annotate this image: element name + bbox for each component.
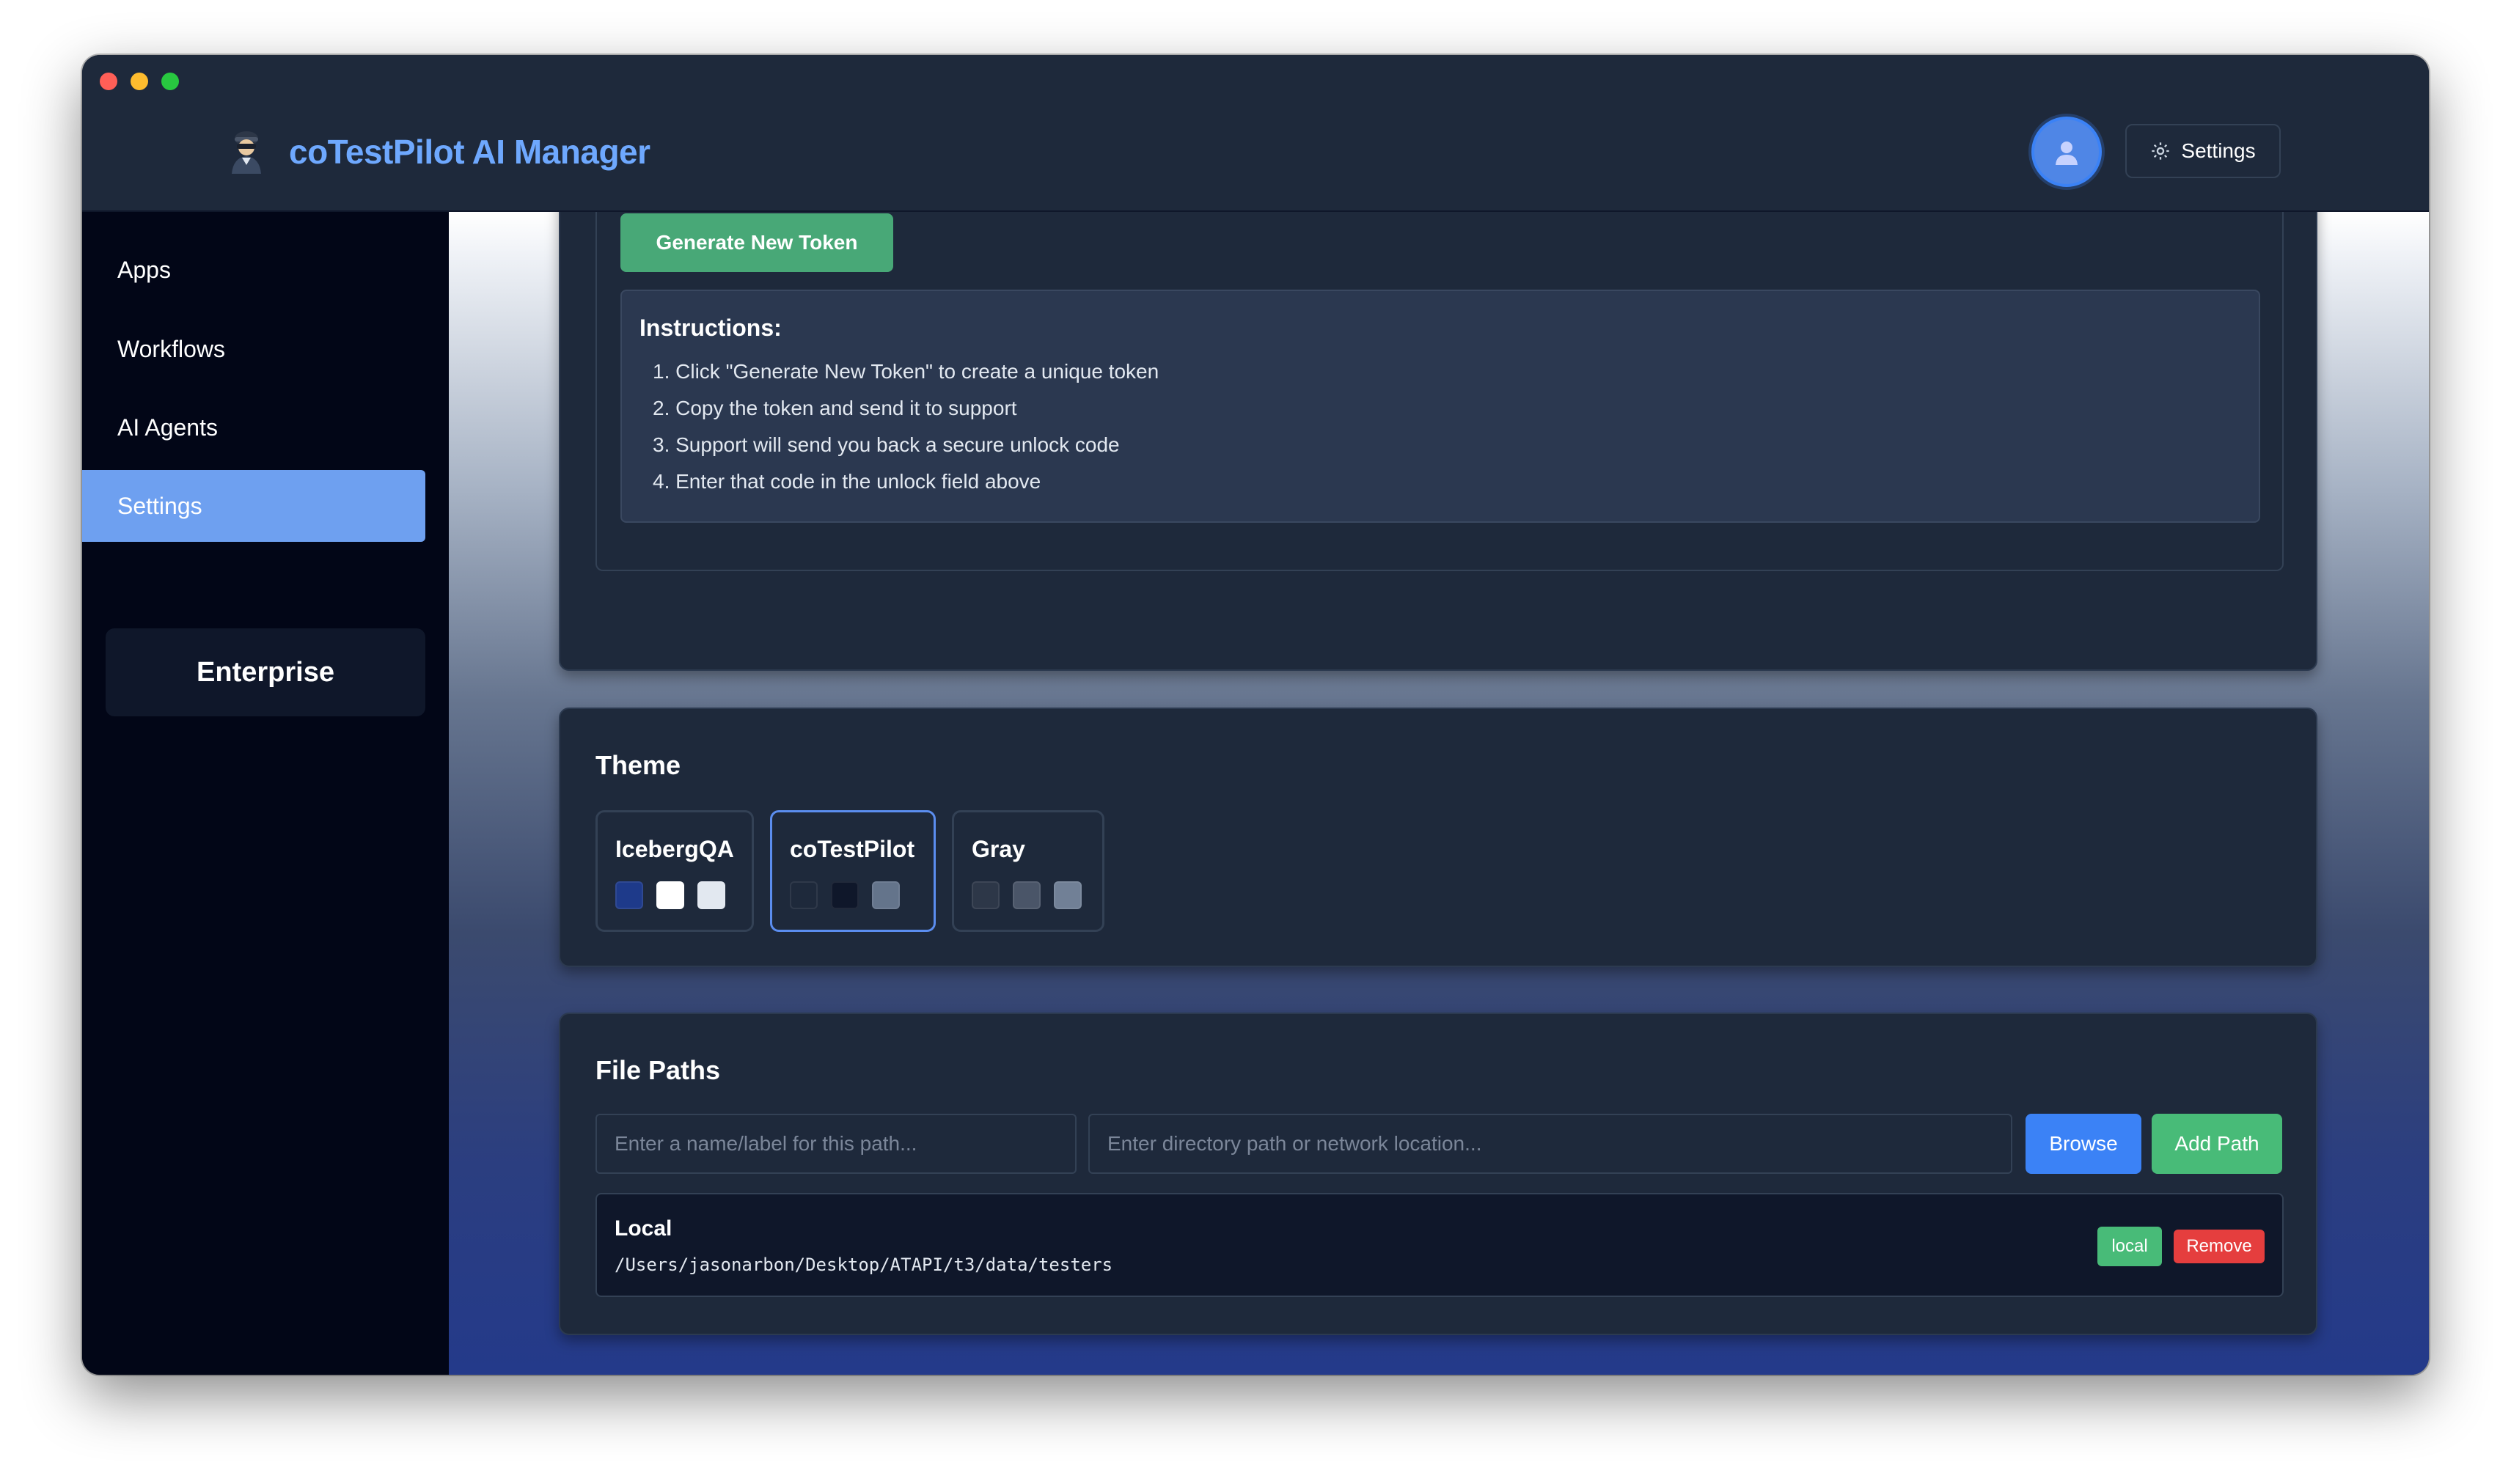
color-swatch	[872, 881, 900, 909]
instruction-step: 1. Click "Generate New Token" to create …	[653, 360, 1159, 383]
sidebar-item-apps[interactable]: Apps	[82, 234, 425, 306]
app-header: coTestPilot AI Manager Settings	[82, 55, 2429, 212]
instructions-title: Instructions:	[639, 315, 782, 341]
sidebar: Apps Workflows AI Agents Settings Enterp…	[82, 212, 449, 1375]
zoom-window-button[interactable]	[161, 73, 179, 90]
theme-name: IcebergQA	[615, 836, 734, 862]
theme-swatches	[790, 881, 900, 909]
remove-path-button[interactable]: Remove	[2174, 1230, 2265, 1263]
theme-option-cotestpilot[interactable]: coTestPilot	[770, 810, 936, 932]
add-path-button[interactable]: Add Path	[2152, 1114, 2282, 1174]
sidebar-item-label: Settings	[117, 492, 202, 519]
instruction-step: 4. Enter that code in the unlock field a…	[653, 470, 1041, 493]
theme-title: Theme	[595, 750, 681, 780]
enterprise-badge[interactable]: Enterprise	[106, 628, 425, 716]
header-settings-button[interactable]: Settings	[2125, 124, 2281, 178]
theme-option-icebergqa[interactable]: IcebergQA	[595, 810, 754, 932]
sidebar-item-workflows[interactable]: Workflows	[82, 313, 425, 385]
file-paths-title: File Paths	[595, 1055, 721, 1085]
color-swatch	[972, 881, 1000, 909]
color-swatch	[1054, 881, 1082, 909]
color-swatch	[697, 881, 725, 909]
browse-button[interactable]: Browse	[2026, 1114, 2141, 1174]
path-type-badge: local	[2097, 1227, 2162, 1266]
theme-name: coTestPilot	[790, 836, 915, 862]
close-window-button[interactable]	[100, 73, 117, 90]
sidebar-item-label: Workflows	[117, 335, 225, 362]
main-content[interactable]: Generate New Token Instructions: 1. Clic…	[449, 212, 2429, 1375]
minimize-window-button[interactable]	[131, 73, 148, 90]
user-icon	[2056, 142, 2078, 165]
enterprise-label: Enterprise	[197, 656, 334, 688]
pilot-icon	[232, 131, 261, 174]
theme-name: Gray	[972, 836, 1025, 862]
unlock-token-card: Generate New Token Instructions: 1. Clic…	[559, 212, 2317, 671]
user-avatar[interactable]	[2031, 117, 2102, 187]
settings-label: Settings	[2181, 139, 2256, 162]
gear-icon	[2152, 142, 2170, 160]
path-entry-path: /Users/jasonarbon/Desktop/ATAPI/t3/data/…	[615, 1255, 1113, 1275]
theme-swatches	[615, 881, 725, 909]
brand: coTestPilot AI Manager	[226, 128, 650, 175]
sidebar-item-label: Apps	[117, 256, 171, 283]
instruction-step: 3. Support will send you back a secure u…	[653, 433, 1120, 456]
theme-swatches	[972, 881, 1082, 909]
path-location-input[interactable]	[1088, 1114, 2012, 1174]
window-controls	[100, 73, 179, 90]
sidebar-item-ai-agents[interactable]: AI Agents	[82, 392, 425, 463]
color-swatch	[790, 881, 818, 909]
instructions-list: 1. Click "Generate New Token" to create …	[653, 360, 1159, 507]
color-swatch	[656, 881, 684, 909]
app-title: coTestPilot AI Manager	[289, 133, 650, 171]
color-swatch	[1013, 881, 1041, 909]
token-panel: Generate New Token Instructions: 1. Clic…	[595, 212, 2284, 571]
file-paths-card: File Paths Browse Add Path Local /Users/…	[559, 1013, 2317, 1335]
color-swatch	[831, 881, 859, 909]
sidebar-item-label: AI Agents	[117, 414, 218, 441]
generate-token-button[interactable]: Generate New Token	[620, 213, 893, 272]
color-swatch	[615, 881, 643, 909]
instructions-box: Instructions: 1. Click "Generate New Tok…	[620, 290, 2260, 523]
app-window: coTestPilot AI Manager Settings Apps Wor…	[82, 55, 2429, 1375]
path-name-input[interactable]	[595, 1114, 1077, 1174]
sidebar-item-settings[interactable]: Settings	[82, 470, 425, 542]
theme-card: Theme IcebergQA coTestPilot Gray	[559, 708, 2317, 967]
theme-option-gray[interactable]: Gray	[952, 810, 1104, 932]
path-entry-name: Local	[615, 1216, 672, 1241]
path-list-item: Local /Users/jasonarbon/Desktop/ATAPI/t3…	[595, 1193, 2284, 1297]
instruction-step: 2. Copy the token and send it to support	[653, 397, 1017, 419]
